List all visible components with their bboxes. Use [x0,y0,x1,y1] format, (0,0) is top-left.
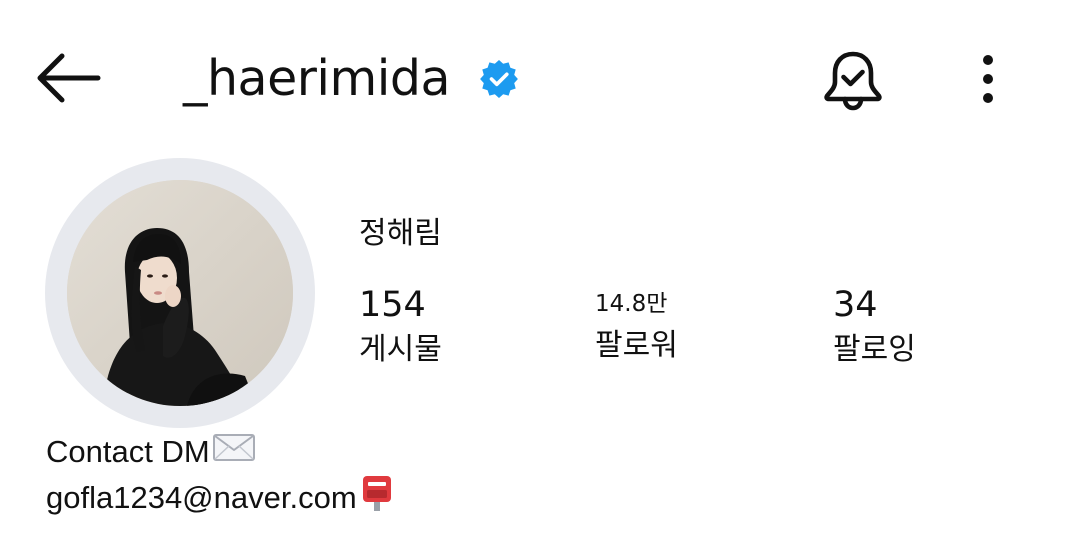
bio-line-email: gofla1234@naver.com [46,474,395,522]
more-vertical-icon [983,55,993,103]
back-button[interactable] [30,48,106,108]
profile-photo [67,180,293,406]
following-count: 34 [833,285,878,325]
posts-count: 154 [359,285,426,325]
avatar[interactable] [67,180,293,406]
notification-bell-check-icon [824,51,882,111]
profile-username: _haerimida [183,50,450,107]
followers-count: 14.8만 [595,291,668,317]
display-name: 정해림 [359,216,442,251]
followers-label: 팔로워 [595,328,678,363]
verified-badge-icon [480,60,518,98]
posts-stat[interactable]: 154 게시물 [359,283,442,373]
bio-email-link[interactable]: gofla1234@naver.com [46,478,357,518]
bio-contact-text: Contact DM [46,434,210,469]
followers-stat[interactable]: 14.8만 팔로워 [595,286,678,370]
following-label: 팔로잉 [833,332,916,367]
back-arrow-icon [37,53,101,103]
postbox-icon [359,474,395,522]
posts-label: 게시물 [359,332,442,367]
notification-bell-button[interactable] [820,48,886,114]
envelope-icon [212,432,256,472]
following-stat[interactable]: 34 팔로잉 [833,283,916,373]
more-options-button[interactable] [968,52,1008,108]
bio-line-contact: Contact DM [46,432,256,472]
